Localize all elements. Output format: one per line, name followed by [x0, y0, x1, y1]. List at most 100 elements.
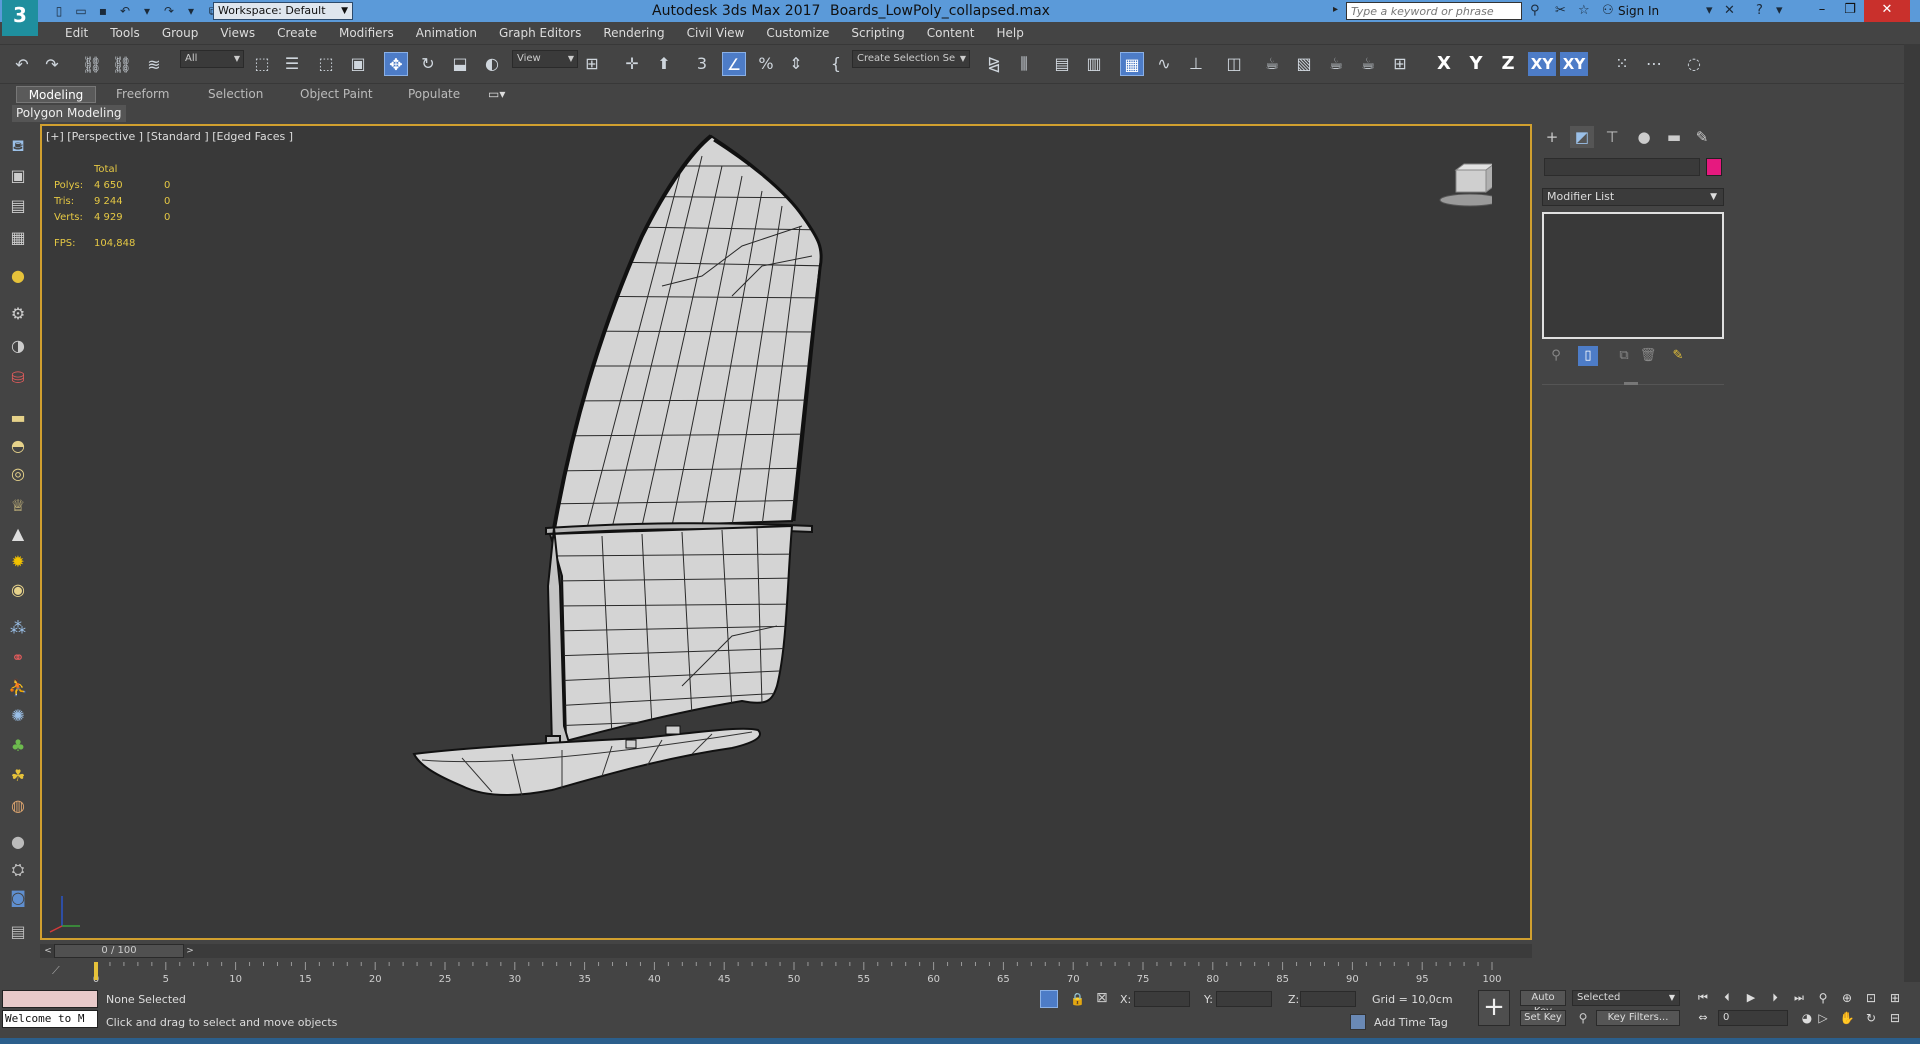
maxscript-mini-listener[interactable] — [2, 990, 98, 1008]
set-keys-button[interactable]: + — [1478, 990, 1510, 1026]
select-object-icon[interactable]: ⬚ — [250, 52, 274, 76]
set-key-button[interactable]: Set Key — [1520, 1010, 1566, 1026]
constrain-x-button[interactable]: X — [1432, 52, 1456, 76]
align-icon[interactable]: ⫼ — [1012, 52, 1036, 76]
menu-create[interactable]: Create — [266, 26, 328, 40]
hierarchy-tab-icon[interactable]: ⊤ — [1600, 126, 1624, 148]
menu-help[interactable]: Help — [986, 26, 1035, 40]
geosphere-icon[interactable]: ♕ — [6, 494, 30, 518]
snaps-toggle-icon[interactable]: 3 — [690, 52, 714, 76]
grid-icon[interactable]: ▤ — [6, 194, 30, 218]
box-icon[interactable]: ▬ — [6, 406, 30, 430]
make-unique-icon[interactable]: ⧉ — [1614, 346, 1634, 366]
menu-civil-view[interactable]: Civil View — [676, 26, 756, 40]
current-frame-marker[interactable] — [94, 962, 98, 980]
previous-key-icon[interactable]: ⏴ — [1718, 990, 1736, 1006]
play-icon[interactable]: ▶ — [1742, 990, 1760, 1006]
toggle-ribbon-icon[interactable]: ▦ — [1120, 52, 1144, 76]
array-icon[interactable]: ⁙ — [1610, 52, 1634, 76]
select-and-manipulate-icon[interactable]: ✛ — [620, 52, 644, 76]
particle-icon[interactable]: ⁂ — [6, 616, 30, 640]
viewcube-icon[interactable] — [1438, 162, 1492, 212]
scene-explorer-icon[interactable]: ▤ — [1050, 52, 1074, 76]
sphere-icon[interactable]: ◎ — [6, 462, 30, 486]
object-color-swatch[interactable] — [1706, 158, 1722, 176]
open-file-icon[interactable]: ▭ — [72, 3, 90, 19]
named-selection-dropdown[interactable]: Create Selection Se ▼ — [852, 50, 970, 68]
key-mode-toggle-icon[interactable]: ⇔ — [1694, 1010, 1712, 1026]
sun-icon[interactable]: ✹ — [6, 550, 30, 574]
snapshot-icon[interactable]: ⋯ — [1642, 52, 1666, 76]
foliage-icon[interactable]: ♣ — [6, 734, 30, 758]
ribbon-options-icon[interactable]: ▭▾ — [480, 86, 513, 103]
material-editor-icon[interactable]: ◫ — [1222, 52, 1246, 76]
edit-named-selections-icon[interactable]: { — [824, 52, 848, 76]
quick-access-dropdown-icon[interactable]: ▾ — [182, 3, 200, 19]
render-production-icon[interactable]: ☕ — [1324, 52, 1348, 76]
current-frame-field[interactable]: 0 — [1718, 1010, 1788, 1026]
display-tab-icon[interactable]: ▬ — [1662, 126, 1686, 148]
display-icon[interactable]: ◙ — [6, 886, 30, 910]
window-crossing-icon[interactable]: ▣ — [346, 52, 370, 76]
constrain-xy-button[interactable]: XY — [1528, 52, 1556, 76]
zoom-extents-icon[interactable]: ⊡ — [1862, 990, 1880, 1006]
viewport-perspective[interactable]: [+] [Perspective ] [Standard ] [Edged Fa… — [40, 124, 1532, 940]
key-mode-dropdown[interactable]: Selected ▼ — [1572, 990, 1680, 1006]
add-time-tag[interactable]: Add Time Tag — [1374, 1016, 1448, 1029]
scene-states-icon[interactable]: ⛭ — [6, 858, 30, 882]
field-of-view-icon[interactable]: ▷ — [1814, 1010, 1832, 1026]
go-to-start-icon[interactable]: ⏮ — [1694, 990, 1712, 1006]
curve-editor-icon[interactable]: ∿ — [1152, 52, 1176, 76]
zoom-icon[interactable]: ⚲ — [1814, 990, 1832, 1006]
menu-animation[interactable]: Animation — [405, 26, 488, 40]
workspace-icon[interactable]: ▤ — [6, 920, 30, 944]
hair-icon[interactable]: ☘ — [6, 764, 30, 788]
network-icon[interactable]: ✺ — [6, 704, 30, 728]
layer-explorer-icon[interactable]: ▥ — [1082, 52, 1106, 76]
tab-object-paint[interactable]: Object Paint — [292, 86, 381, 103]
rectangular-selection-icon[interactable]: ⬚ — [314, 52, 338, 76]
constrain-z-button[interactable]: Z — [1496, 52, 1520, 76]
select-by-name-icon[interactable]: ☰ — [280, 52, 304, 76]
minimize-button[interactable]: – — [1808, 0, 1836, 22]
track-bar[interactable]: ⟋ 05101520253035404550556065707580859095… — [40, 960, 1532, 986]
menu-tools[interactable]: Tools — [99, 26, 151, 40]
select-and-move-icon[interactable]: ✥ — [384, 52, 408, 76]
menu-customize[interactable]: Customize — [755, 26, 840, 40]
right-scrollbar[interactable] — [1904, 44, 1920, 982]
save-file-icon[interactable]: ▪ — [94, 3, 112, 19]
z-coordinate-field[interactable] — [1300, 991, 1356, 1007]
next-key-icon[interactable]: ⏵ — [1766, 990, 1784, 1006]
schematic-view-icon[interactable]: ⊥ — [1184, 52, 1208, 76]
menu-modifiers[interactable]: Modifiers — [328, 26, 405, 40]
zoom-all-icon[interactable]: ⊕ — [1838, 990, 1856, 1006]
x-coordinate-field[interactable] — [1134, 991, 1190, 1007]
render-setup-icon[interactable]: ☕ — [1260, 52, 1284, 76]
app-logo[interactable]: 3 — [2, 0, 38, 36]
time-slider[interactable]: < 0 / 100 > — [40, 944, 1532, 958]
modifier-list-dropdown[interactable]: Modifier List ▼ — [1542, 188, 1724, 206]
menu-scripting[interactable]: Scripting — [840, 26, 915, 40]
time-slider-thumb[interactable]: 0 / 100 — [54, 944, 184, 958]
rendered-frame-window-icon[interactable]: ▧ — [1292, 52, 1316, 76]
helper-icon[interactable]: ⚙ — [6, 302, 30, 326]
absolute-transform-icon[interactable]: ⊠ — [1096, 990, 1108, 1006]
keyboard-shortcut-toggle-icon[interactable]: ⬆ — [652, 52, 676, 76]
exchange-apps-icon[interactable]: ✕ — [1724, 3, 1735, 18]
constrain-xy-cycle-button[interactable]: XY — [1560, 52, 1588, 76]
orbit-icon[interactable]: ↻ — [1862, 1010, 1880, 1026]
cone-icon[interactable]: ▲ — [6, 522, 30, 546]
pin-stack-icon[interactable]: ⚲ — [1546, 346, 1566, 366]
y-coordinate-field[interactable] — [1216, 991, 1272, 1007]
next-frame-icon[interactable]: > — [184, 944, 196, 958]
biped-icon[interactable]: ⛹ — [6, 676, 30, 700]
help-icon[interactable]: ? — [1756, 3, 1763, 18]
windsurf-model[interactable] — [42, 126, 1530, 938]
tab-modeling[interactable]: Modeling — [16, 86, 96, 103]
sign-in-link[interactable]: Sign In — [1618, 4, 1659, 18]
workspace-dropdown[interactable]: Workspace: Default ▼ — [213, 2, 353, 20]
use-pivot-center-icon[interactable]: ⊞ — [580, 52, 604, 76]
camera-icon[interactable]: ◑ — [6, 334, 30, 358]
torus-icon[interactable]: ◉ — [6, 578, 30, 602]
maximize-viewport-icon[interactable]: ⊟ — [1886, 1010, 1904, 1026]
